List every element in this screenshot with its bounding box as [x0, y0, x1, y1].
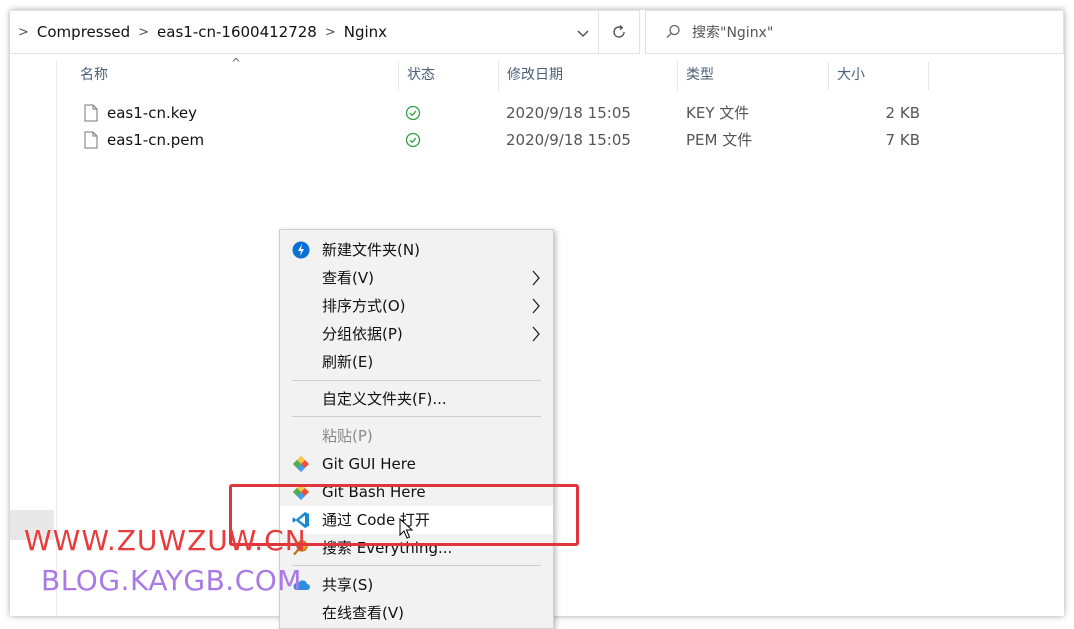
menu-item-label: 粘贴(P) — [322, 427, 373, 445]
breadcrumb-separator-icon[interactable]: > — [138, 25, 149, 40]
menu-item-group-by[interactable]: 分组依据(P) — [280, 320, 553, 348]
menu-separator — [292, 380, 541, 381]
menu-item-label: 在线查看(V) — [322, 604, 404, 622]
chevron-right-icon — [532, 326, 540, 342]
menu-item-label: 排序方式(O) — [322, 297, 406, 315]
column-header-type[interactable]: 类型 — [678, 60, 828, 90]
file-name[interactable]: eas1-cn.key — [107, 100, 197, 127]
breadcrumb-root-chevron-icon[interactable]: > — [18, 25, 29, 40]
git-icon — [293, 456, 309, 472]
menu-item-label: 查看(V) — [322, 269, 374, 287]
file-modified: 2020/9/18 15:05 — [506, 104, 631, 122]
file-row[interactable]: eas1-cn.key 2020/9/18 15:05 KEY 文件 2 KB — [10, 100, 1064, 127]
chevron-right-icon — [532, 298, 540, 314]
search-placeholder: 搜索"Nginx" — [692, 25, 774, 41]
column-header-name[interactable]: 名称 — [72, 60, 398, 90]
menu-item-new-folder[interactable]: 新建文件夹(N) — [280, 236, 553, 264]
menu-item-view-online[interactable]: 在线查看(V) — [280, 599, 553, 627]
mouse-cursor-icon — [399, 518, 413, 539]
file-name[interactable]: eas1-cn.pem — [107, 127, 204, 154]
file-icon — [84, 131, 98, 149]
file-icon — [84, 104, 98, 122]
address-bar[interactable]: > Compressed > eas1-cn-1600412728 > Ngin… — [10, 10, 640, 54]
file-modified: 2020/9/18 15:05 — [506, 131, 631, 149]
breadcrumb-separator-icon[interactable]: > — [325, 25, 336, 40]
menu-item-label: Git GUI Here — [322, 455, 416, 473]
breadcrumb-item-compressed[interactable]: Compressed — [37, 23, 130, 41]
column-header-size[interactable]: 大小 — [829, 60, 928, 90]
file-size: 7 KB — [885, 131, 920, 149]
watermark-text: WWW.ZUWZUW.CN — [24, 524, 307, 557]
file-type: PEM 文件 — [686, 131, 753, 149]
search-box[interactable]: 搜索"Nginx" — [645, 10, 1064, 54]
menu-item-label: 分组依据(P) — [322, 325, 403, 343]
search-icon — [666, 24, 680, 38]
menu-separator — [292, 565, 541, 566]
synced-status-icon — [405, 105, 421, 121]
file-type: KEY 文件 — [686, 104, 750, 122]
file-row[interactable]: eas1-cn.pem 2020/9/18 15:05 PEM 文件 7 KB — [10, 127, 1064, 154]
menu-item-refresh[interactable]: 刷新(E) — [280, 348, 553, 376]
context-menu: 新建文件夹(N) 查看(V) 排序方式(O) 分组依据(P) 刷新(E) 自定义… — [279, 229, 554, 629]
menu-separator — [292, 416, 541, 417]
menu-item-label: 刷新(E) — [322, 353, 374, 371]
menu-item-label: 自定义文件夹(F)... — [322, 390, 447, 408]
breadcrumb-item-nginx[interactable]: Nginx — [344, 23, 387, 41]
file-size: 2 KB — [885, 104, 920, 122]
menu-item-git-gui[interactable]: Git GUI Here — [280, 450, 553, 478]
column-divider[interactable] — [928, 62, 929, 90]
menu-item-paste[interactable]: 粘贴(P) — [280, 422, 553, 450]
new-folder-icon — [292, 241, 310, 259]
chevron-right-icon — [532, 270, 540, 286]
column-header-status[interactable]: 状态 — [399, 60, 498, 90]
column-headers: ^ 名称 状态 修改日期 类型 大小 — [10, 56, 1064, 90]
menu-item-customize-folder[interactable]: 自定义文件夹(F)... — [280, 385, 553, 413]
breadcrumb-item-folder[interactable]: eas1-cn-1600412728 — [157, 23, 317, 41]
menu-item-label: 共享(S) — [322, 576, 374, 594]
refresh-icon — [613, 25, 625, 38]
menu-item-sort-by[interactable]: 排序方式(O) — [280, 292, 553, 320]
refresh-button[interactable] — [598, 11, 639, 53]
menu-item-view[interactable]: 查看(V) — [280, 264, 553, 292]
menu-item-label: 新建文件夹(N) — [322, 241, 420, 259]
menu-item-share[interactable]: 共享(S) — [280, 571, 553, 599]
watermark-text: BLOG.KAYGB.COM — [41, 564, 302, 597]
synced-status-icon — [405, 132, 421, 148]
column-header-modified[interactable]: 修改日期 — [499, 60, 677, 90]
chevron-down-icon[interactable] — [573, 23, 593, 43]
